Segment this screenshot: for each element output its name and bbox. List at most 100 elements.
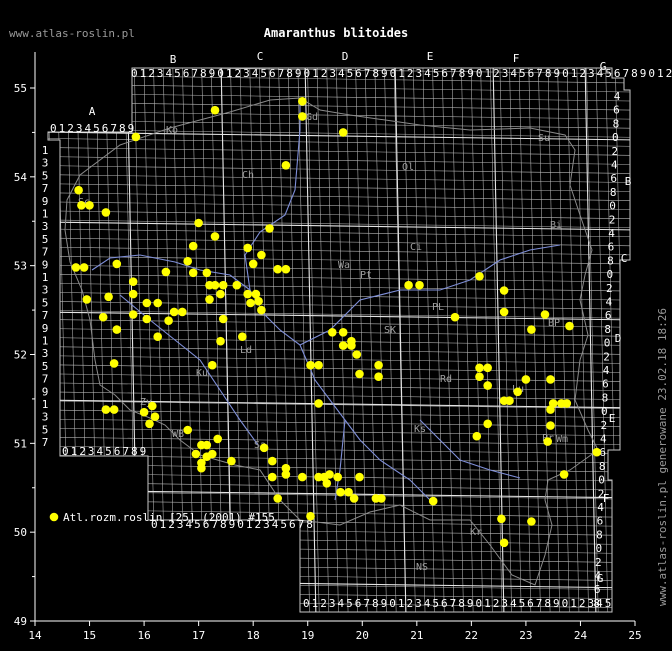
occurrence-point <box>472 431 482 441</box>
x-tick-label: 21 <box>410 629 423 642</box>
occurrence-point <box>79 263 89 272</box>
occurrence-point <box>521 375 531 384</box>
row-digit: 2 <box>600 419 607 432</box>
row-digit: 2 <box>595 556 602 569</box>
row-letter-b: B <box>625 175 632 188</box>
row-digit: 6 <box>597 515 604 528</box>
row-digit: 8 <box>602 391 609 404</box>
occurrence-point <box>298 97 307 106</box>
occurrence-point <box>499 396 509 406</box>
row-digit: 1 <box>42 271 49 284</box>
occurrence-point <box>546 405 555 414</box>
row-digit: 2 <box>603 350 610 363</box>
x-tick-label: 14 <box>28 629 42 642</box>
region-label-ns: NS <box>416 562 428 573</box>
occurrence-point <box>349 494 359 503</box>
region-label-ol: Ol <box>402 162 414 173</box>
row-digit: 7 <box>42 182 49 195</box>
occurrence-point <box>298 112 307 121</box>
occurrence-point <box>218 314 228 324</box>
region-label-ci: Ci <box>410 242 422 253</box>
occurrence-point <box>218 280 228 290</box>
occurrence-point <box>592 447 602 457</box>
occurrence-point <box>178 307 187 317</box>
x-tick-label: 18 <box>247 629 260 642</box>
row-digit: 8 <box>613 117 620 130</box>
row-digit: 0 <box>607 268 614 281</box>
occurrence-point <box>112 325 122 334</box>
row-digit: 4 <box>603 364 610 377</box>
occurrence-point <box>559 470 569 479</box>
region-label-sk: SK <box>384 325 396 336</box>
row-digit: 5 <box>42 423 49 436</box>
occurrence-point <box>257 305 266 315</box>
region-label-bi: Bi <box>550 220 562 231</box>
x-tick-label: 19 <box>301 629 314 642</box>
occurrence-point <box>169 307 179 317</box>
occurrence-point <box>191 449 201 459</box>
x-tick-label: 16 <box>137 629 150 642</box>
occurrence-point <box>216 336 225 346</box>
row-digit: 7 <box>42 309 49 322</box>
row-digit: 4 <box>608 227 615 240</box>
row-digit: 0 <box>596 542 603 555</box>
occurrence-point <box>265 224 274 233</box>
occurrence-point <box>202 268 212 278</box>
column-digits-bottom-right: 012345678901234567890123456789012345 <box>303 597 613 610</box>
region-label-bp: BP <box>548 318 560 329</box>
row-letter-d: D <box>615 332 622 345</box>
occurrence-point <box>268 456 277 466</box>
occurrence-point <box>82 295 92 304</box>
row-digits-right: 46802468024680246802468024680246802468 <box>593 90 620 610</box>
occurrence-point <box>194 218 203 228</box>
row-digit: 4 <box>594 570 601 583</box>
row-letter-c: C <box>621 252 628 265</box>
occurrence-point <box>183 256 192 266</box>
occurrence-point <box>128 289 138 299</box>
region-label-wa: Wa <box>338 260 350 271</box>
occurrence-point <box>109 405 119 414</box>
occurrence-point <box>355 369 364 379</box>
occurrence-point <box>281 161 291 170</box>
occurrence-point <box>338 328 348 337</box>
occurrence-point <box>145 419 154 429</box>
occurrence-point <box>238 332 247 342</box>
occurrence-point <box>562 399 572 408</box>
occurrence-point <box>298 472 307 482</box>
site-link[interactable]: www.atlas-roslin.pl <box>9 27 135 40</box>
occurrence-point <box>268 472 277 482</box>
y-tick-label: 49 <box>14 615 27 628</box>
row-digit: 6 <box>594 583 601 596</box>
occurrence-point <box>104 292 113 302</box>
generated-stamp: www.atlas-roslin.pl generowane 23.02.18 … <box>656 308 669 606</box>
row-digit: 6 <box>610 172 617 185</box>
occurrence-point <box>273 494 283 503</box>
row-digit: 1 <box>42 335 49 348</box>
column-letter-a: A <box>89 105 96 118</box>
occurrence-point <box>483 363 493 373</box>
row-digit: 1 <box>42 144 49 157</box>
occurrence-point <box>347 336 356 346</box>
column-letter-c: C <box>257 50 264 63</box>
occurrence-point <box>139 407 149 417</box>
x-tick-label: 15 <box>83 629 96 642</box>
occurrence-point <box>475 372 484 382</box>
occurrence-point <box>208 360 217 370</box>
occurrence-point <box>213 434 222 444</box>
occurrence-point <box>497 514 506 524</box>
occurrence-point <box>306 511 315 521</box>
occurrence-point <box>188 241 198 251</box>
grid-outline <box>47 67 631 613</box>
occurrence-point <box>205 295 214 304</box>
column-digits-bottom-left: 0123456789 <box>62 445 148 458</box>
occurrence-point <box>281 264 291 274</box>
region-label-kr: Kr <box>470 527 482 538</box>
occurrence-point <box>85 201 94 210</box>
occurrence-point <box>164 316 173 326</box>
occurrence-point <box>243 289 252 299</box>
occurrence-point <box>148 401 157 411</box>
grid-major-lines <box>48 68 630 612</box>
region-label-pl: PL <box>432 302 444 313</box>
row-digit: 2 <box>598 487 605 500</box>
occurrence-point <box>338 128 348 137</box>
